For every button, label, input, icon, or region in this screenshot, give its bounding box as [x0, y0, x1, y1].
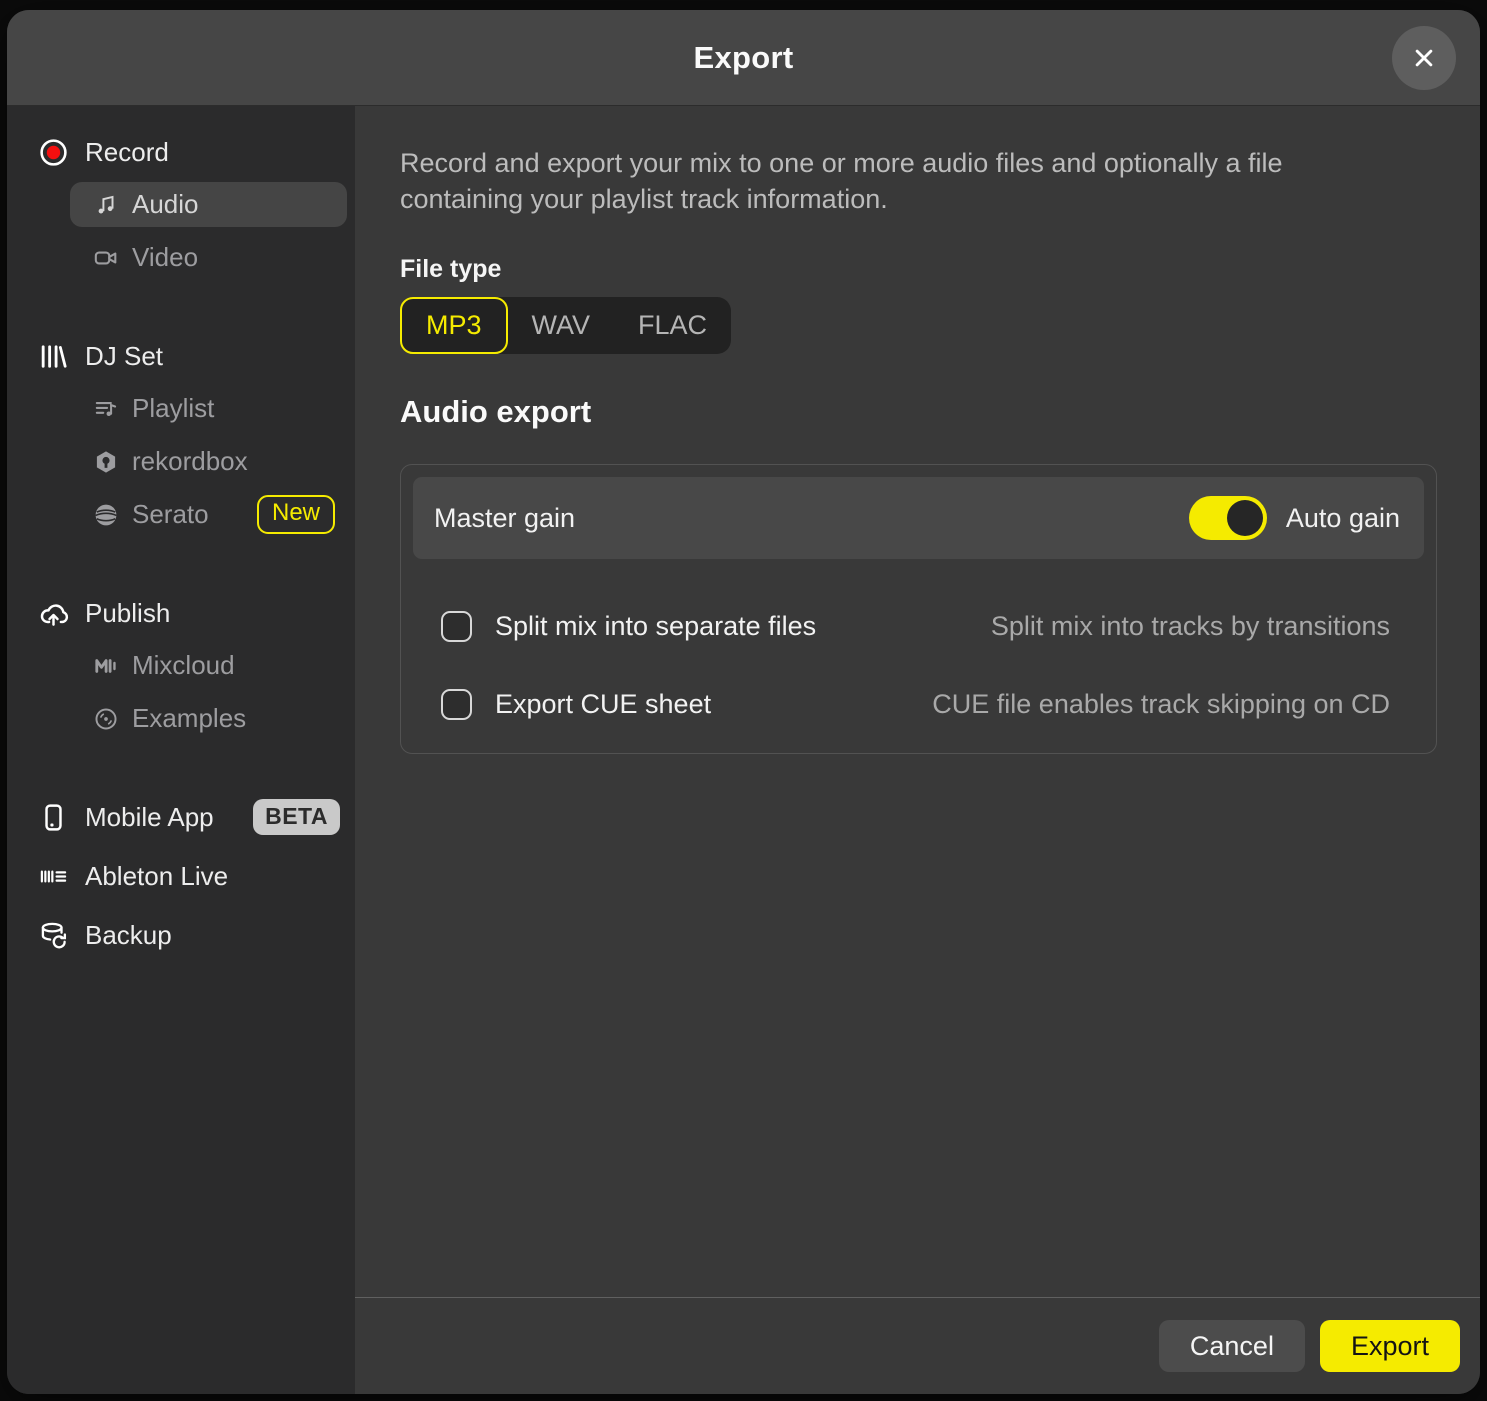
backup-database-icon — [38, 920, 69, 951]
sidebar-item-label: DJ Set — [85, 341, 163, 372]
sidebar-item-label: Playlist — [132, 393, 214, 424]
music-note-icon — [93, 192, 119, 218]
file-type-label: File type — [400, 255, 1437, 284]
record-icon — [38, 137, 69, 168]
sidebar-item-label: Mobile App — [85, 802, 214, 833]
export-dialog: Export Record Audio — [7, 10, 1480, 1394]
mixcloud-icon — [93, 653, 119, 679]
cloud-upload-icon — [38, 598, 69, 629]
sidebar-item-label: Audio — [132, 189, 199, 220]
file-type-segmented-control: MP3 WAV FLAC — [400, 297, 731, 354]
sidebar-item-label: Publish — [85, 598, 170, 629]
sidebar-item-label: Serato — [132, 499, 209, 530]
cue-sheet-hint: CUE file enables track skipping on CD — [932, 689, 1400, 720]
smartphone-icon — [38, 802, 69, 833]
audio-export-panel: Master gain Auto gain Split mix into sep… — [400, 464, 1437, 754]
sidebar-item-serato[interactable]: Serato New — [70, 492, 347, 537]
dialog-footer: Cancel Export — [355, 1297, 1480, 1394]
split-mix-row: Split mix into separate files Split mix … — [413, 611, 1424, 642]
cue-sheet-checkbox[interactable] — [441, 689, 472, 720]
sidebar-item-label: Ableton Live — [85, 861, 228, 892]
auto-gain-toggle[interactable] — [1189, 496, 1267, 540]
file-type-option-mp3[interactable]: MP3 — [400, 297, 508, 354]
record-library-icon — [38, 341, 69, 372]
sidebar-item-playlist[interactable]: Playlist — [70, 386, 347, 431]
sidebar-item-ableton-live[interactable]: Ableton Live — [7, 854, 355, 898]
disc-icon — [93, 706, 119, 732]
master-gain-row: Master gain Auto gain — [413, 477, 1424, 559]
sidebar-item-mobile-app[interactable]: Mobile App BETA — [7, 795, 355, 839]
ableton-live-icon — [38, 861, 69, 892]
sidebar-item-backup[interactable]: Backup — [7, 913, 355, 957]
export-description: Record and export your mix to one or mor… — [400, 146, 1330, 217]
file-type-option-flac[interactable]: FLAC — [614, 297, 731, 354]
close-icon — [1409, 43, 1439, 73]
video-camera-icon — [93, 245, 119, 271]
cue-sheet-row: Export CUE sheet CUE file enables track … — [413, 689, 1424, 720]
sidebar-item-examples[interactable]: Examples — [70, 696, 347, 741]
toggle-knob — [1227, 500, 1263, 536]
sidebar-item-publish[interactable]: Publish — [7, 591, 355, 635]
serato-icon — [93, 502, 119, 528]
rekordbox-icon — [93, 449, 119, 475]
auto-gain-label: Auto gain — [1286, 503, 1400, 534]
sidebar-item-video[interactable]: Video — [70, 235, 347, 280]
playlist-icon — [93, 396, 119, 422]
sidebar-item-audio[interactable]: Audio — [70, 182, 347, 227]
split-mix-label: Split mix into separate files — [495, 611, 816, 642]
sidebar-item-label: rekordbox — [132, 446, 248, 477]
sidebar-item-label: Video — [132, 242, 198, 273]
dialog-header: Export — [7, 10, 1480, 106]
sidebar-item-label: Examples — [132, 703, 246, 734]
audio-export-heading: Audio export — [400, 394, 1437, 430]
content-area: Record and export your mix to one or mor… — [355, 106, 1480, 1394]
sidebar-item-rekordbox[interactable]: rekordbox — [70, 439, 347, 484]
split-mix-checkbox[interactable] — [441, 611, 472, 642]
dialog-title: Export — [694, 40, 794, 76]
sidebar-item-label: Record — [85, 137, 169, 168]
cancel-button[interactable]: Cancel — [1159, 1320, 1305, 1372]
beta-badge: BETA — [253, 799, 340, 834]
sidebar-item-dj-set[interactable]: DJ Set — [7, 334, 355, 378]
sidebar-item-label: Backup — [85, 920, 172, 951]
export-button[interactable]: Export — [1320, 1320, 1460, 1372]
new-badge: New — [257, 495, 335, 533]
sidebar-item-record[interactable]: Record — [7, 130, 355, 174]
master-gain-label: Master gain — [434, 503, 575, 534]
file-type-option-wav[interactable]: WAV — [508, 297, 615, 354]
close-button[interactable] — [1392, 26, 1456, 90]
sidebar-item-label: Mixcloud — [132, 650, 235, 681]
split-mix-hint: Split mix into tracks by transitions — [991, 611, 1400, 642]
sidebar: Record Audio Video DJ Set — [7, 106, 355, 1394]
sidebar-item-mixcloud[interactable]: Mixcloud — [70, 643, 347, 688]
cue-sheet-label: Export CUE sheet — [495, 689, 711, 720]
